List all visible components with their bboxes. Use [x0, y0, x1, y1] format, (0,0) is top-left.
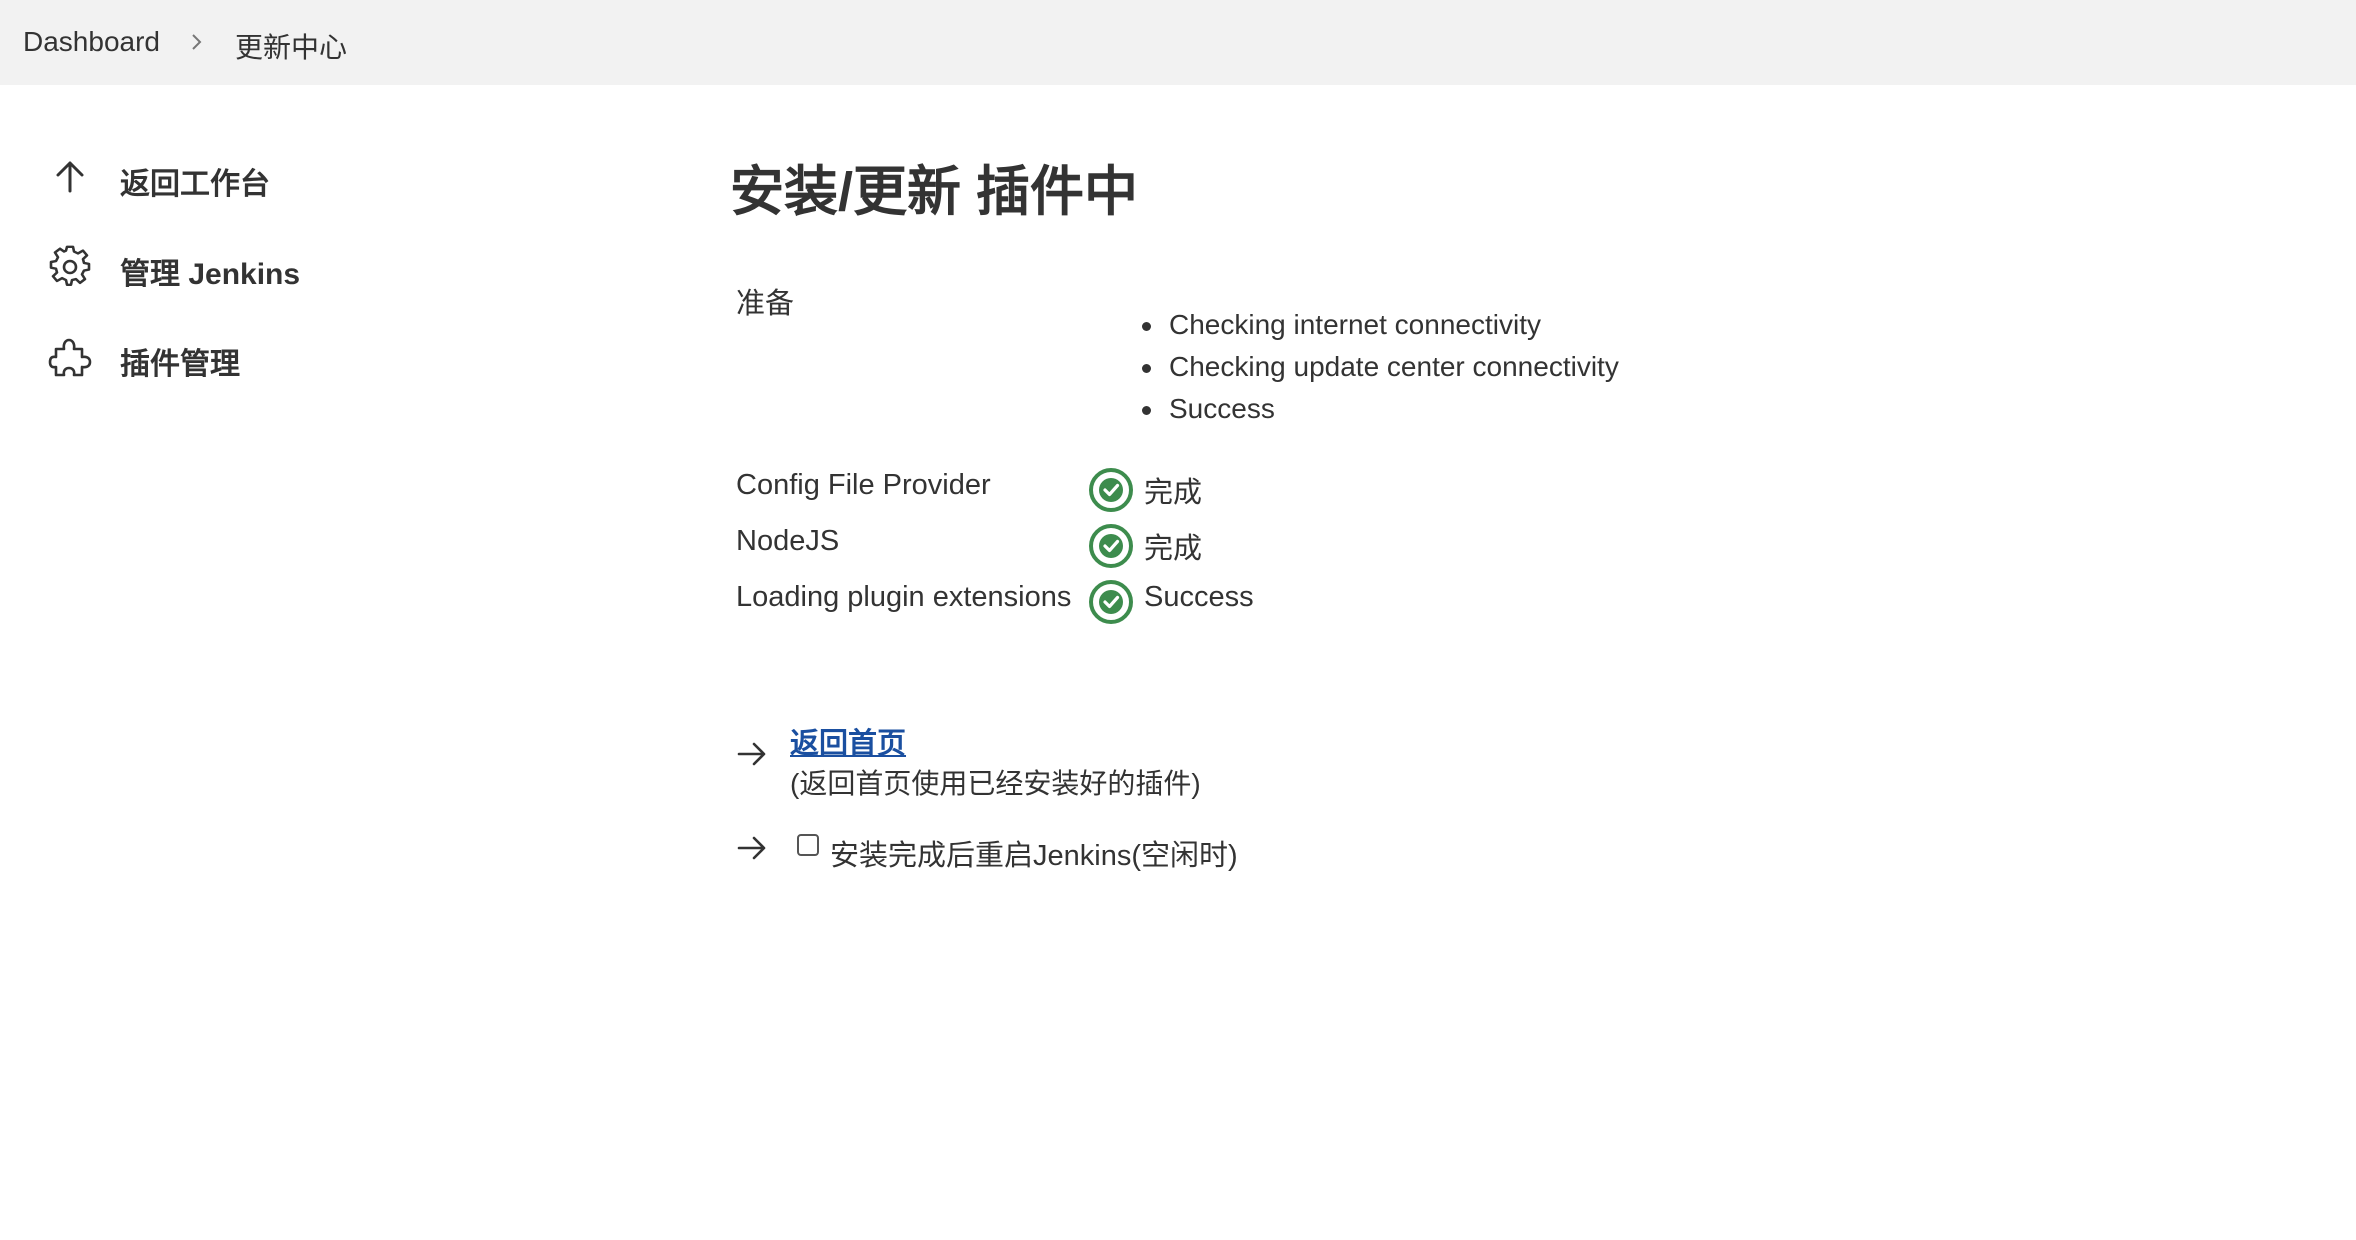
plugin-status-row: NodeJS 完成: [736, 517, 1636, 573]
preparation-label: 准备: [736, 288, 795, 320]
go-home-link[interactable]: 返回首页: [790, 720, 906, 762]
sidebar-item-manage-jenkins[interactable]: 管理 Jenkins: [48, 237, 648, 297]
check-circle-icon: [1089, 524, 1133, 568]
check-circle-icon: [1089, 580, 1133, 624]
step-text: Checking update center connectivity: [1169, 351, 1619, 382]
go-home-description: (返回首页使用已经安装好的插件): [790, 768, 1201, 799]
bullet-icon: [1142, 406, 1151, 415]
arrow-right-icon: [737, 742, 766, 766]
plugin-status-row: Loading plugin extensions Success: [736, 573, 1636, 629]
restart-checkbox-label[interactable]: 安装完成后重启Jenkins(空闲时): [830, 832, 1238, 874]
sidebar-item-label: 返回工作台: [120, 168, 270, 201]
sidebar-item-label: 管理 Jenkins: [120, 258, 301, 291]
list-item: Checking internet connectivity: [1142, 304, 1619, 346]
restart-checkbox[interactable]: [797, 834, 819, 856]
plugin-status: 完成: [1144, 477, 1203, 509]
bullet-icon: [1142, 364, 1151, 373]
step-text: Checking internet connectivity: [1169, 309, 1541, 340]
list-item: Checking update center connectivity: [1142, 346, 1619, 388]
sidebar-item-label: 插件管理: [120, 348, 240, 381]
arrow-up-icon: [56, 161, 84, 193]
breadcrumb-bar: Dashboard 更新中心: [0, 0, 2356, 85]
gear-icon: [49, 245, 91, 287]
arrow-right-icon: [737, 836, 766, 860]
plugin-name: Loading plugin extensions: [736, 581, 1072, 613]
page-title: 安装/更新 插件中: [730, 162, 1139, 222]
check-circle-icon: [1089, 468, 1133, 512]
sidebar-item-plugin-manager[interactable]: 插件管理: [48, 327, 648, 387]
plugin-status-row: Config File Provider 完成: [736, 461, 1636, 517]
chevron-right-icon: [192, 34, 202, 50]
plugin-status: 完成: [1144, 533, 1203, 565]
breadcrumb-update-center[interactable]: 更新中心: [235, 26, 347, 66]
preparation-steps: Checking internet connectivity Checking …: [1142, 304, 1619, 430]
bullet-icon: [1142, 322, 1151, 331]
go-home-task: 返回首页 (返回首页使用已经安装好的插件): [736, 720, 1636, 800]
list-item: Success: [1142, 388, 1619, 430]
plugin-name: Config File Provider: [736, 469, 991, 501]
step-text: Success: [1169, 393, 1275, 424]
puzzle-icon: [48, 338, 92, 377]
plugin-status: Success: [1144, 581, 1254, 613]
breadcrumb-dashboard[interactable]: Dashboard: [23, 26, 160, 58]
plugin-name: NodeJS: [736, 525, 840, 557]
sidebar-item-back-to-dashboard[interactable]: 返回工作台: [48, 147, 648, 207]
